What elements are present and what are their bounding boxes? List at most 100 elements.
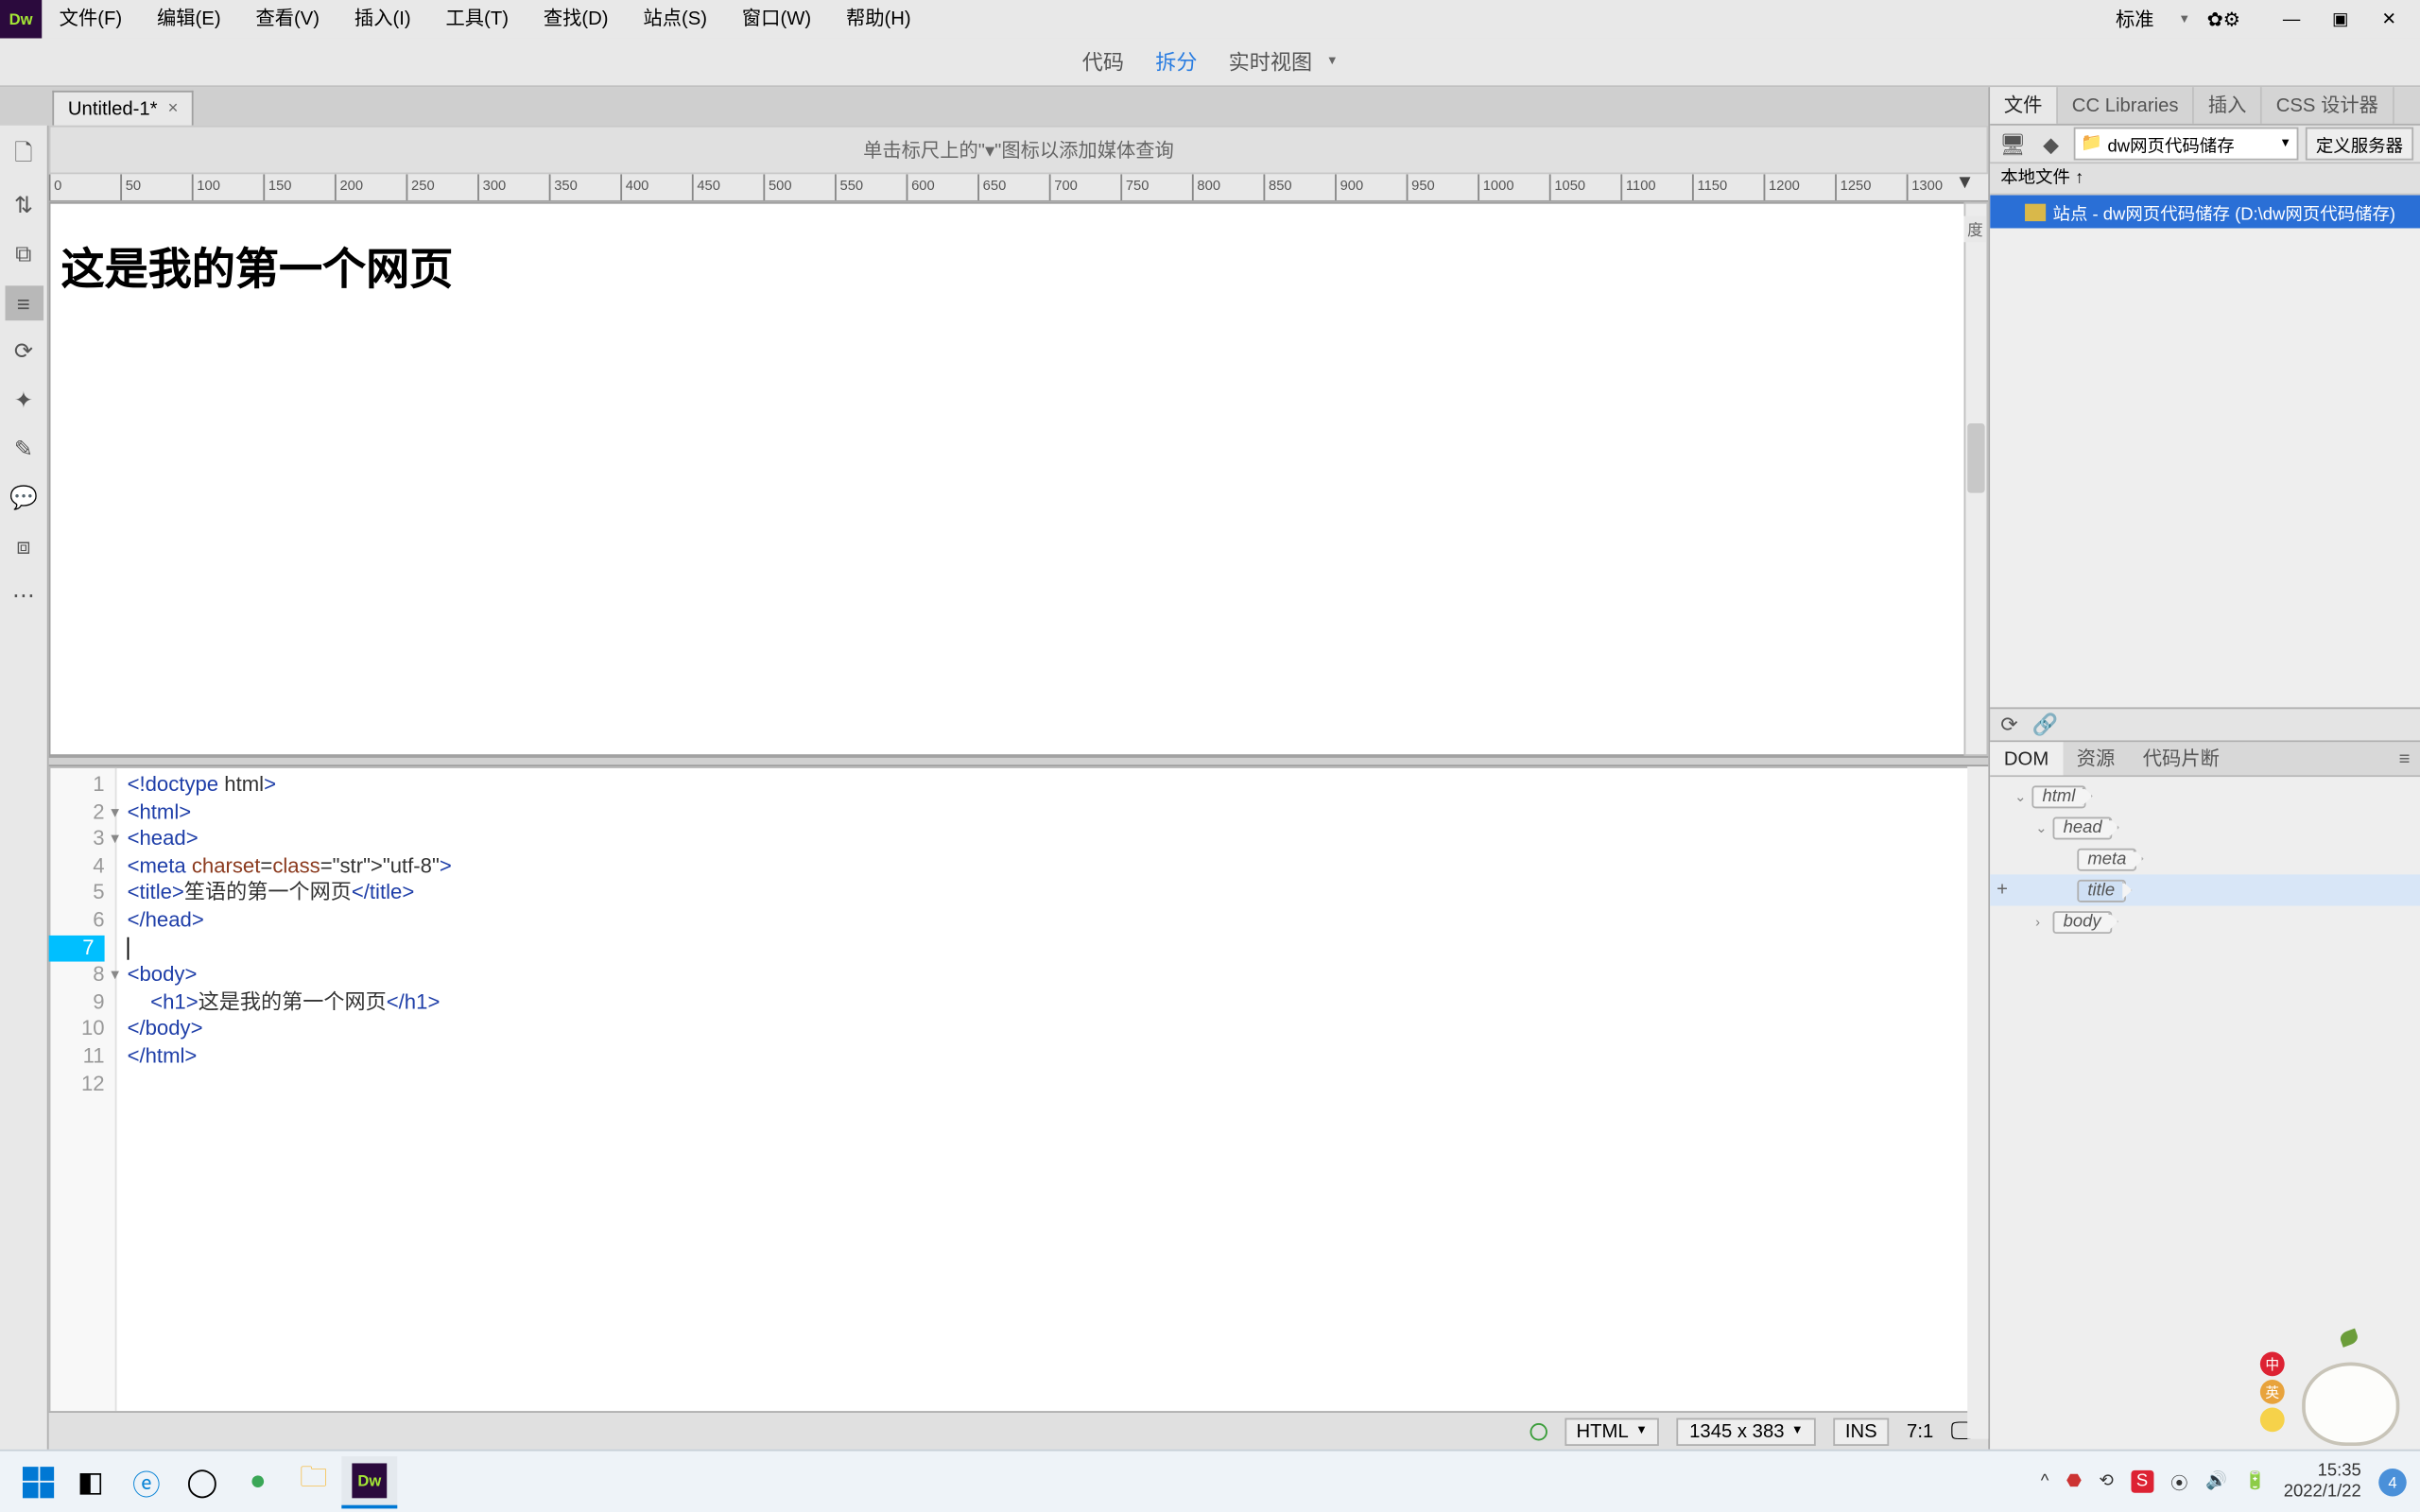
tab-close-icon[interactable]: × (168, 99, 179, 118)
live-view-scrollbar[interactable] (1964, 202, 1989, 756)
code-text[interactable]: <!doctype html> <html> <head> <meta char… (117, 768, 1987, 1437)
tray-volume-icon[interactable]: 🔊 (2205, 1472, 2227, 1491)
dom-node-meta[interactable]: meta (1990, 843, 2420, 874)
taskbar: ◧ ⓔ ◯ ● 🗀 Dw ^ ⬣ ⟲ S ⦿ 🔊 🔋 15:35 2022/1/… (0, 1450, 2420, 1512)
tool-format-icon[interactable]: ✎ (5, 432, 43, 467)
size-selector[interactable]: 1345 x 383▼ (1677, 1418, 1815, 1445)
menu-insert[interactable]: 插入(I) (337, 0, 428, 39)
site-root-row[interactable]: 站点 - dw网页代码储存 (D:\dw网页代码储存) (1990, 195, 2420, 228)
taskbar-taskview[interactable]: ◧ (62, 1455, 118, 1507)
files-column-header[interactable]: 本地文件 ↑ (1990, 163, 2420, 195)
app-icon: Dw (0, 0, 42, 39)
ime-indicator[interactable]: 中 英 (2260, 1351, 2285, 1432)
tray-battery-icon[interactable]: 🔋 (2244, 1472, 2266, 1491)
tool-wand-icon[interactable]: ✦ (5, 384, 43, 419)
tray-ime-icon[interactable]: S (2131, 1470, 2152, 1493)
tray-sync-icon[interactable]: ⟲ (2099, 1472, 2113, 1491)
taskbar-app1[interactable]: ◯ (174, 1455, 230, 1507)
menubar: Dw 文件(F) 编辑(E) 查看(V) 插入(I) 工具(T) 查找(D) 站… (0, 0, 2420, 39)
tool-file-mgmt-icon[interactable]: 🗋 (5, 139, 43, 174)
live-view-pane[interactable]: 这是我的第一个网页 (49, 202, 1971, 756)
ins-toggle[interactable]: INS (1833, 1418, 1890, 1445)
split-handle[interactable] (49, 756, 1989, 766)
start-button[interactable] (14, 1457, 63, 1506)
tool-collapse-icon[interactable]: ⟳ (5, 335, 43, 369)
view-code[interactable]: 代码 (1082, 47, 1124, 77)
panel-menu-icon[interactable]: ≡ (2389, 742, 2420, 775)
lang-selector[interactable]: HTML▼ (1564, 1418, 1660, 1445)
maximize-button[interactable]: ▣ (2316, 4, 2365, 35)
tray-clock[interactable]: 15:35 2022/1/22 (2284, 1461, 2361, 1503)
tray-wifi-icon[interactable]: ⦿ (2170, 1469, 2187, 1495)
files-toolbar: 🖥 ◆ 📁 dw网页代码储存 ▼ 定义服务器 (1990, 126, 2420, 164)
menu-find[interactable]: 查找(D) (526, 0, 626, 39)
dom-node-body[interactable]: ›body (1990, 906, 2420, 937)
menu-file[interactable]: 文件(F) (42, 0, 139, 39)
tab-assets[interactable]: 资源 (2063, 742, 2129, 775)
tab-files[interactable]: 文件 (1990, 87, 2058, 124)
workspace-caret-icon[interactable]: ▼ (2178, 13, 2190, 26)
code-pane[interactable]: 12▼3▼45678▼9101112 <!doctype html> <html… (49, 766, 1989, 1439)
define-server-button[interactable]: 定义服务器 (2306, 128, 2413, 161)
tool-inspect-icon[interactable]: ≡ (5, 285, 43, 320)
code-scrollbar[interactable] (1967, 766, 1988, 1439)
tool-split-vert-icon[interactable]: ⇅ (5, 188, 43, 223)
ruler[interactable]: 0501001502002503003504004505005506006507… (49, 174, 1989, 201)
dom-node-head[interactable]: ⌄head (1990, 812, 2420, 843)
tool-live-code-icon[interactable]: ⧉ (5, 237, 43, 272)
menu-window[interactable]: 窗口(W) (724, 0, 828, 39)
tray-chevron-icon[interactable]: ^ (2041, 1472, 2049, 1491)
view-split[interactable]: 拆分 (1155, 47, 1197, 77)
files-panel-tabs: 文件 CC Libraries 插入 CSS 设计器 (1990, 87, 2420, 126)
tab-snippets[interactable]: 代码片断 (2129, 742, 2234, 775)
live-view-caret-icon[interactable]: ▼ (1326, 56, 1339, 68)
tool-comment-icon[interactable]: 💬 (5, 481, 43, 516)
sync-settings-icon[interactable]: ✿⚙ (2201, 4, 2246, 35)
tool-more-icon[interactable]: ⋯ (5, 578, 43, 613)
menu-tools[interactable]: 工具(T) (428, 0, 526, 39)
menu-help[interactable]: 帮助(H) (829, 0, 929, 39)
refresh-icon[interactable]: ⟳ (2000, 713, 2018, 737)
site-selector[interactable]: 📁 dw网页代码储存 ▼ (2074, 128, 2299, 161)
dom-node-html[interactable]: ⌄html (1990, 781, 2420, 812)
add-node-icon[interactable]: + (1990, 878, 2014, 902)
tab-dom[interactable]: DOM (1990, 742, 2063, 775)
document-tabbar: Untitled-1* × (0, 87, 1988, 126)
folder-icon (2025, 203, 2046, 220)
error-status-icon[interactable] (1530, 1422, 1547, 1439)
line-gutter[interactable]: 12▼3▼45678▼9101112 (50, 768, 116, 1437)
link-icon[interactable]: 🔗 (2032, 713, 2059, 737)
tab-css-designer[interactable]: CSS 设计器 (2262, 87, 2394, 124)
repo-icon[interactable]: ◆ (2035, 129, 2066, 157)
minimize-button[interactable]: — (2267, 4, 2316, 35)
workspace-selector[interactable]: 标准 (2101, 6, 2168, 33)
taskbar-dreamweaver[interactable]: Dw (341, 1455, 397, 1507)
taskbar-wechat[interactable]: ● (230, 1455, 285, 1507)
menu-edit[interactable]: 编辑(E) (140, 0, 238, 39)
close-button[interactable]: ✕ (2364, 4, 2413, 35)
ruler-handle-icon[interactable]: ▼ (1955, 172, 1974, 193)
dom-node-title[interactable]: +title (1990, 874, 2420, 905)
view-live[interactable]: 实时视图 (1229, 47, 1313, 77)
system-tray[interactable]: ^ ⬣ ⟲ S ⦿ 🔊 🔋 15:35 2022/1/22 4 (2041, 1461, 2407, 1503)
files-tree[interactable]: 站点 - dw网页代码储存 (D:\dw网页代码储存) (1990, 195, 2420, 707)
tray-notifications-icon[interactable]: 4 (2378, 1468, 2406, 1495)
menu-site[interactable]: 站点(S) (626, 0, 724, 39)
tray-security-icon[interactable]: ⬣ (2066, 1472, 2082, 1491)
dom-panel-tabs: DOM 资源 代码片断 ≡ (1990, 742, 2420, 777)
document-tab[interactable]: Untitled-1* × (52, 91, 194, 126)
cursor-position: 7:1 (1907, 1420, 1933, 1441)
tab-cc-libraries[interactable]: CC Libraries (2058, 87, 2194, 124)
ftp-icon[interactable]: 🖥 (1997, 129, 2029, 157)
files-refresh-toolbar: ⟳ 🔗 (1990, 707, 2420, 742)
taskbar-edge[interactable]: ⓔ (118, 1455, 174, 1507)
menu-view[interactable]: 查看(V) (238, 0, 337, 39)
tab-insert[interactable]: 插入 (2194, 87, 2262, 124)
media-query-hint[interactable]: 单击标尺上的"▾"图标以添加媒体查询 (49, 126, 1989, 175)
view-toggle-bar: 代码 拆分 实时视图 ▼ (0, 39, 2420, 88)
tool-snippet-icon[interactable]: ⧈ (5, 529, 43, 564)
desktop-mascot[interactable] (2291, 1341, 2407, 1446)
taskbar-explorer[interactable]: 🗀 (285, 1455, 341, 1507)
left-toolbox: 🗋 ⇅ ⧉ ≡ ⟳ ✦ ✎ 💬 ⧈ ⋯ (0, 126, 49, 1450)
menu-items: 文件(F) 编辑(E) 查看(V) 插入(I) 工具(T) 查找(D) 站点(S… (42, 0, 928, 39)
